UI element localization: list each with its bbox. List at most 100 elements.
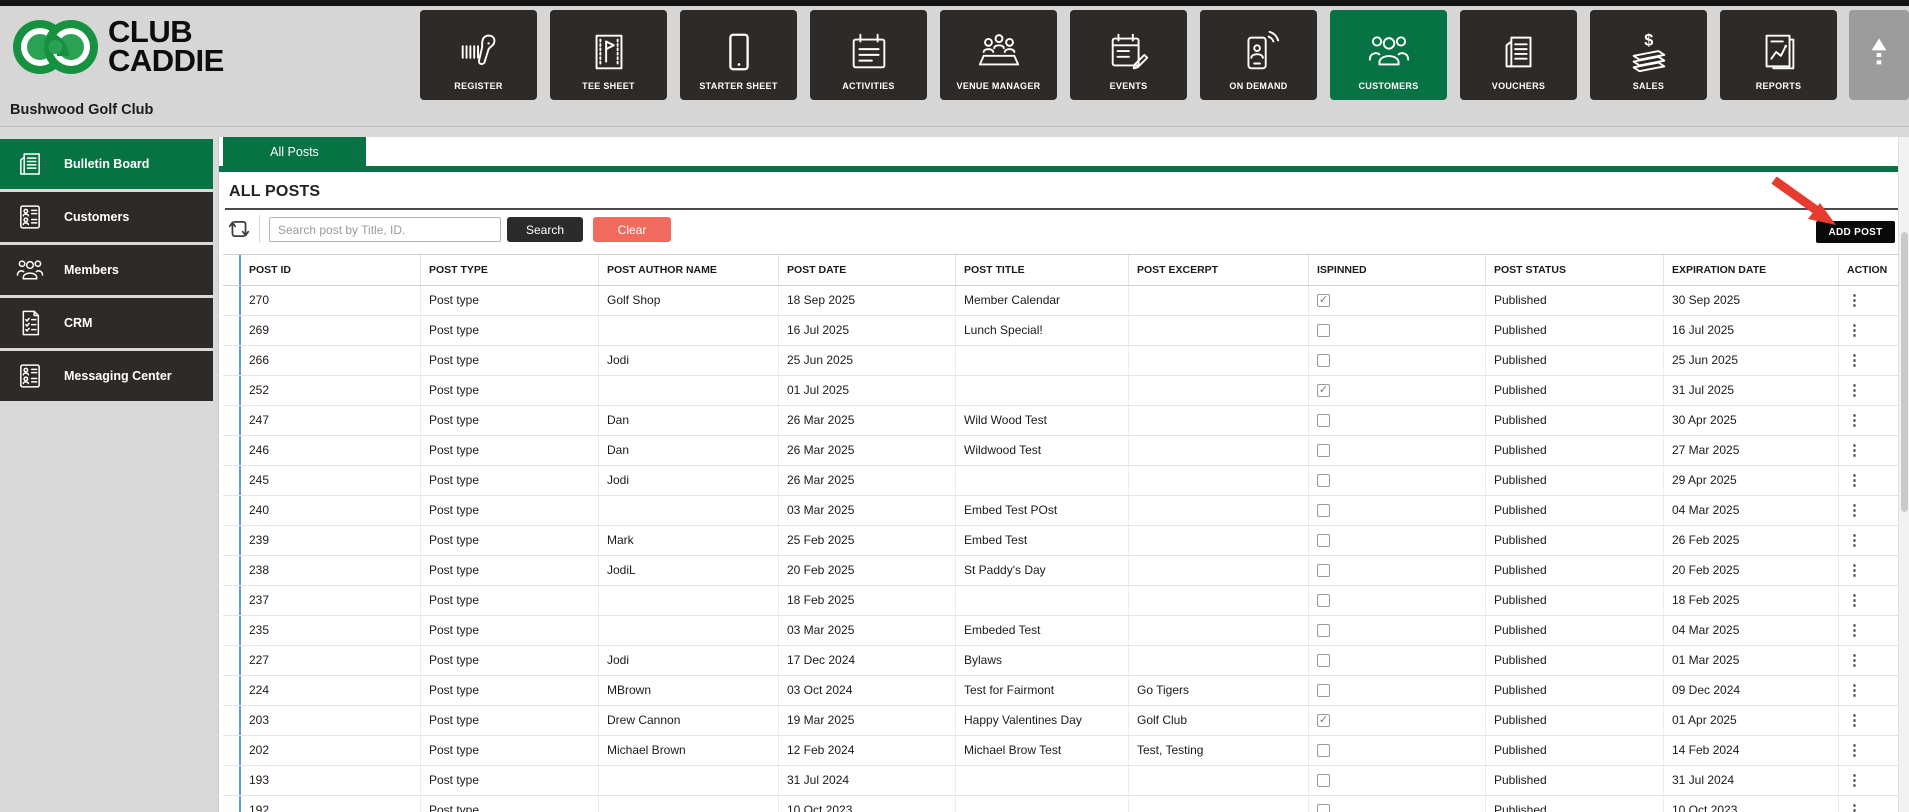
col-post-id[interactable]: POST ID: [241, 255, 421, 285]
nav-scroll-up-button[interactable]: [1849, 10, 1909, 100]
sidebar-item-members[interactable]: Members: [0, 245, 213, 295]
sidebar-item-bulletin-board[interactable]: Bulletin Board: [0, 139, 213, 189]
search-input[interactable]: [269, 217, 501, 242]
table-row[interactable]: 270 Post type Golf Shop 18 Sep 2025 Memb…: [223, 286, 1899, 316]
table-row[interactable]: 202 Post type Michael Brown 12 Feb 2024 …: [223, 736, 1899, 766]
scrollbar-thumb[interactable]: [1901, 232, 1908, 512]
ispinned-checkbox[interactable]: [1317, 444, 1330, 457]
row-actions-menu-icon[interactable]: ⋮: [1847, 712, 1862, 729]
row-actions-menu-icon[interactable]: ⋮: [1847, 592, 1862, 609]
nav-register[interactable]: REGISTER: [420, 10, 537, 100]
cell-post-excerpt: [1129, 526, 1309, 555]
ispinned-checkbox[interactable]: [1317, 714, 1330, 727]
row-actions-menu-icon[interactable]: ⋮: [1847, 742, 1862, 759]
ispinned-checkbox[interactable]: [1317, 654, 1330, 667]
row-actions-menu-icon[interactable]: ⋮: [1847, 562, 1862, 579]
ispinned-checkbox[interactable]: [1317, 564, 1330, 577]
ispinned-checkbox[interactable]: [1317, 504, 1330, 517]
col-ispinned[interactable]: ISPINNED: [1309, 255, 1486, 285]
ispinned-checkbox[interactable]: [1317, 414, 1330, 427]
table-row[interactable]: 238 Post type JodiL 20 Feb 2025 St Paddy…: [223, 556, 1899, 586]
nav-activities[interactable]: ACTIVITIES: [810, 10, 927, 100]
table-row[interactable]: 237 Post type 18 Feb 2025 Published 18 F…: [223, 586, 1899, 616]
phone-signal-icon: [1236, 27, 1282, 77]
ispinned-checkbox[interactable]: [1317, 594, 1330, 607]
row-actions-menu-icon[interactable]: ⋮: [1847, 502, 1862, 519]
cell-post-excerpt: [1129, 586, 1309, 615]
table-row[interactable]: 227 Post type Jodi 17 Dec 2024 Bylaws Pu…: [223, 646, 1899, 676]
col-post-type[interactable]: POST TYPE: [421, 255, 599, 285]
cell-ispinned: [1309, 436, 1486, 465]
add-post-button[interactable]: ADD POST: [1816, 221, 1895, 243]
ispinned-checkbox[interactable]: [1317, 624, 1330, 637]
ispinned-checkbox[interactable]: [1317, 354, 1330, 367]
row-actions-menu-icon[interactable]: ⋮: [1847, 382, 1862, 399]
row-actions-menu-icon[interactable]: ⋮: [1847, 412, 1862, 429]
col-post-status[interactable]: POST STATUS: [1486, 255, 1664, 285]
row-actions-menu-icon[interactable]: ⋮: [1847, 292, 1862, 309]
row-actions-menu-icon[interactable]: ⋮: [1847, 772, 1862, 789]
row-actions-menu-icon[interactable]: ⋮: [1847, 532, 1862, 549]
row-actions-menu-icon[interactable]: ⋮: [1847, 802, 1862, 812]
nav-sales[interactable]: $ SALES: [1590, 10, 1707, 100]
table-row[interactable]: 192 Post type 10 Oct 2023 Published 10 O…: [223, 796, 1899, 812]
search-button[interactable]: Search: [507, 217, 583, 242]
nav-starter-sheet[interactable]: STARTER SHEET: [680, 10, 797, 100]
table-row[interactable]: 193 Post type 31 Jul 2024 Published 31 J…: [223, 766, 1899, 796]
ispinned-checkbox[interactable]: [1317, 474, 1330, 487]
table-row[interactable]: 247 Post type Dan 26 Mar 2025 Wild Wood …: [223, 406, 1899, 436]
table-row[interactable]: 203 Post type Drew Cannon 19 Mar 2025 Ha…: [223, 706, 1899, 736]
nav-on-demand[interactable]: ON DEMAND: [1200, 10, 1317, 100]
ispinned-checkbox[interactable]: [1317, 534, 1330, 547]
sidebar-item-messaging-center[interactable]: Messaging Center: [0, 351, 213, 401]
refresh-icon[interactable]: [227, 217, 251, 241]
tab-all-posts[interactable]: All Posts: [223, 137, 366, 166]
table-row[interactable]: 269 Post type 16 Jul 2025 Lunch Special!…: [223, 316, 1899, 346]
nav-events[interactable]: EVENTS: [1070, 10, 1187, 100]
col-expiration-date[interactable]: EXPIRATION DATE: [1664, 255, 1839, 285]
col-post-date[interactable]: POST DATE: [779, 255, 956, 285]
cell-post-id: 240: [241, 496, 421, 525]
row-spacer: [223, 316, 241, 345]
cell-post-status: Published: [1486, 496, 1664, 525]
row-actions-menu-icon[interactable]: ⋮: [1847, 442, 1862, 459]
row-actions-menu-icon[interactable]: ⋮: [1847, 682, 1862, 699]
table-row[interactable]: 245 Post type Jodi 26 Mar 2025 Published…: [223, 466, 1899, 496]
row-actions-menu-icon[interactable]: ⋮: [1847, 322, 1862, 339]
table-row[interactable]: 246 Post type Dan 26 Mar 2025 Wildwood T…: [223, 436, 1899, 466]
sidebar-item-crm[interactable]: CRM: [0, 298, 213, 348]
row-actions-menu-icon[interactable]: ⋮: [1847, 652, 1862, 669]
col-action[interactable]: ACTION: [1839, 255, 1899, 285]
row-actions-menu-icon[interactable]: ⋮: [1847, 472, 1862, 489]
vertical-scrollbar[interactable]: [1898, 137, 1909, 812]
ispinned-checkbox[interactable]: [1317, 294, 1330, 307]
clear-button[interactable]: Clear: [593, 217, 671, 242]
table-row[interactable]: 235 Post type 03 Mar 2025 Embeded Test P…: [223, 616, 1899, 646]
ispinned-checkbox[interactable]: [1317, 384, 1330, 397]
nav-reports[interactable]: REPORTS: [1720, 10, 1837, 100]
posts-table: POST ID POST TYPE POST AUTHOR NAME POST …: [223, 254, 1899, 812]
nav-tee-sheet[interactable]: TEE SHEET: [550, 10, 667, 100]
sidebar-item-customers[interactable]: Customers: [0, 192, 213, 242]
col-post-excerpt[interactable]: POST EXCERPT: [1129, 255, 1309, 285]
ispinned-checkbox[interactable]: [1317, 804, 1330, 812]
ispinned-checkbox[interactable]: [1317, 744, 1330, 757]
col-post-title[interactable]: POST TITLE: [956, 255, 1129, 285]
table-row[interactable]: 240 Post type 03 Mar 2025 Embed Test POs…: [223, 496, 1899, 526]
nav-customers[interactable]: CUSTOMERS: [1330, 10, 1447, 100]
cell-post-id: 238: [241, 556, 421, 585]
table-row[interactable]: 224 Post type MBrown 03 Oct 2024 Test fo…: [223, 676, 1899, 706]
table-row[interactable]: 252 Post type 01 Jul 2025 Published 31 J…: [223, 376, 1899, 406]
ispinned-checkbox[interactable]: [1317, 684, 1330, 697]
nav-vouchers[interactable]: VOUCHERS: [1460, 10, 1577, 100]
col-post-author-name[interactable]: POST AUTHOR NAME: [599, 255, 779, 285]
row-actions-menu-icon[interactable]: ⋮: [1847, 622, 1862, 639]
cell-expiration-date: 04 Mar 2025: [1664, 616, 1839, 645]
ispinned-checkbox[interactable]: [1317, 774, 1330, 787]
table-row[interactable]: 266 Post type Jodi 25 Jun 2025 Published…: [223, 346, 1899, 376]
cell-ispinned: [1309, 616, 1486, 645]
row-actions-menu-icon[interactable]: ⋮: [1847, 352, 1862, 369]
nav-venue-manager[interactable]: VENUE MANAGER: [940, 10, 1057, 100]
ispinned-checkbox[interactable]: [1317, 324, 1330, 337]
table-row[interactable]: 239 Post type Mark 25 Feb 2025 Embed Tes…: [223, 526, 1899, 556]
